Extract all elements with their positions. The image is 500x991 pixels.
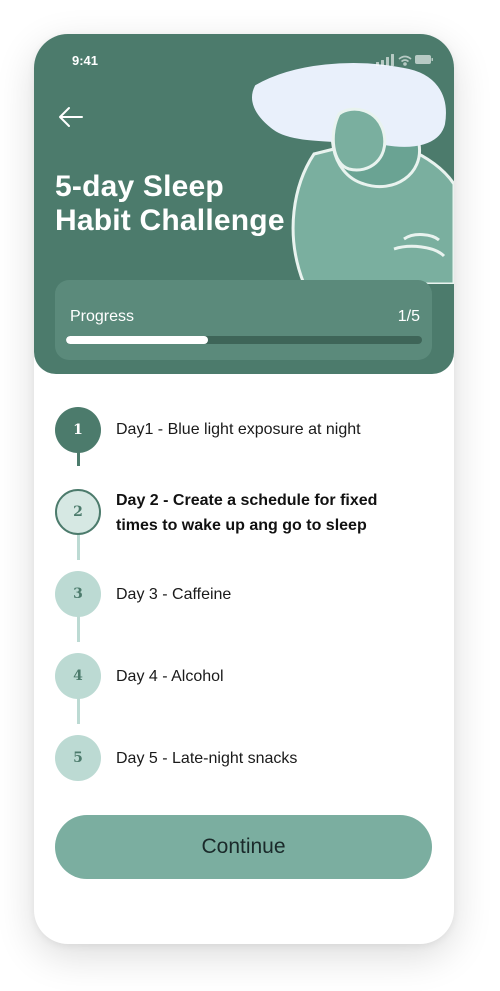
back-button[interactable] xyxy=(56,102,86,132)
sleeping-person-illustration xyxy=(252,63,454,284)
step-5-label[interactable]: Day 5 - Late-night snacks xyxy=(116,746,436,771)
wifi-icon xyxy=(398,55,412,66)
title-line-2: Habit Challenge xyxy=(55,204,285,237)
step-1-circle[interactable]: 1 xyxy=(55,407,101,453)
step-3-circle[interactable]: 3 xyxy=(55,571,101,617)
step-2-label[interactable]: Day 2 - Create a schedule for fixed time… xyxy=(116,488,436,538)
steps-timeline: 1 Day1 - Blue light exposure at night 2 … xyxy=(34,374,454,794)
arrow-left-icon xyxy=(59,107,83,127)
step-5-circle[interactable]: 5 xyxy=(55,735,101,781)
signal-icon xyxy=(376,54,394,66)
continue-button[interactable]: Continue xyxy=(55,815,432,879)
page-title: 5-day Sleep Habit Challenge xyxy=(55,170,355,238)
step-1-label[interactable]: Day1 - Blue light exposure at night xyxy=(116,417,436,442)
progress-label: Progress xyxy=(70,308,135,325)
progress-bar xyxy=(66,336,422,344)
title-line-1: 5-day Sleep xyxy=(55,170,224,203)
step-4-circle[interactable]: 4 xyxy=(55,653,101,699)
step-2-label-line-2: times to wake up ang go to sleep xyxy=(116,517,367,534)
status-time: 9:41 xyxy=(72,53,99,68)
step-2-circle[interactable]: 2 xyxy=(55,489,101,535)
phone-screen: 9:41 5-day Sleep Habit Challenge Progres… xyxy=(34,34,454,944)
progress-count: 1/5 xyxy=(397,308,420,325)
step-3-label[interactable]: Day 3 - Caffeine xyxy=(116,582,436,607)
challenge-header: 9:41 5-day Sleep Habit Challenge Progres… xyxy=(34,34,454,374)
progress-bar-fill xyxy=(66,336,209,344)
progress-card: Progress 1/5 xyxy=(55,280,432,360)
battery-icon xyxy=(415,55,433,64)
step-2-label-line-1: Day 2 - Create a schedule for fixed xyxy=(116,492,378,509)
status-icons xyxy=(376,54,433,66)
step-4-label[interactable]: Day 4 - Alcohol xyxy=(116,664,436,689)
